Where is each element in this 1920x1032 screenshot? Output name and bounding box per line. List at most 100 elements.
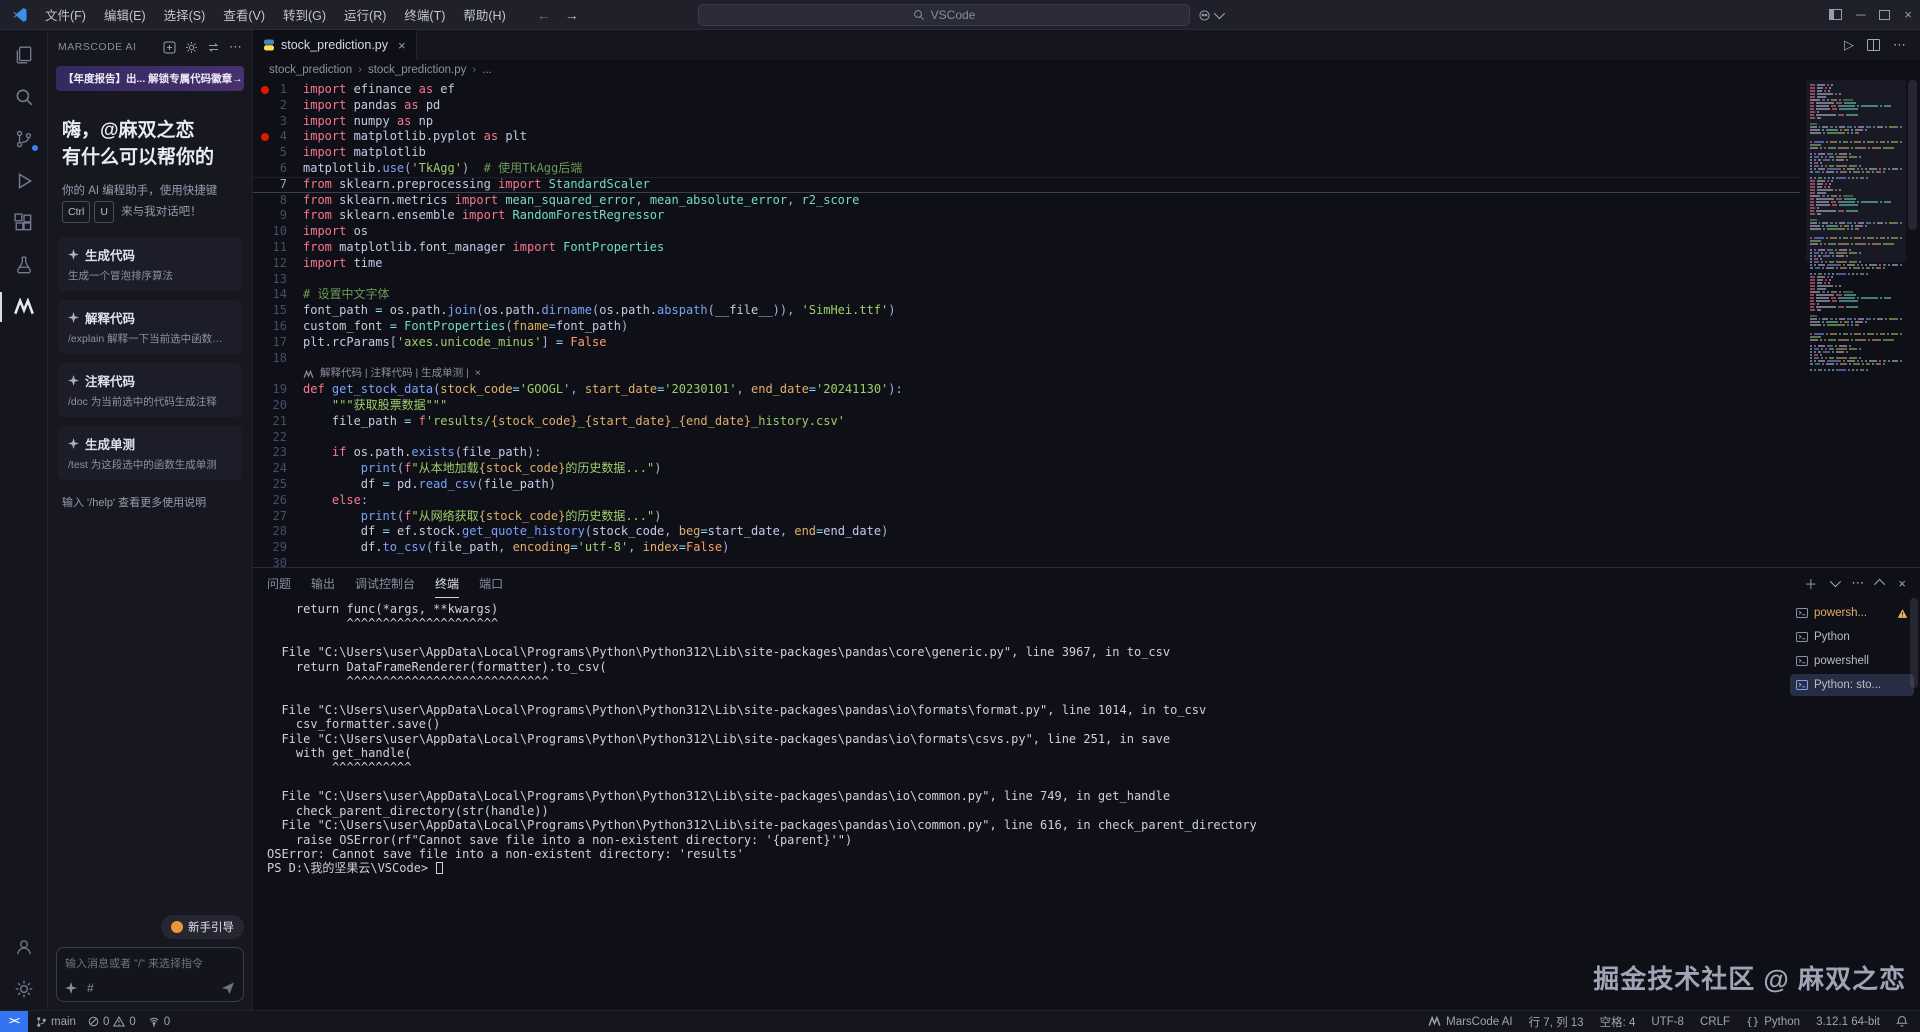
line-number-gutter[interactable]: 14 [253, 287, 303, 303]
panel-tab-4[interactable]: 端口 [479, 568, 503, 598]
code-line[interactable]: 26 else: [253, 493, 1800, 509]
codelens-close-icon[interactable]: × [475, 366, 481, 382]
code-line[interactable]: 20 """获取股票数据""" [253, 398, 1800, 414]
branch-indicator[interactable]: main [36, 1016, 76, 1028]
line-number-gutter[interactable]: 18 [253, 351, 303, 367]
code-line[interactable]: 2import pandas as pd [253, 98, 1800, 114]
quick-action-card[interactable]: 解释代码/explain 解释一下当前选中函数的功... [58, 300, 242, 354]
bell-icon[interactable] [1896, 1015, 1908, 1028]
gear-icon[interactable] [185, 41, 198, 54]
breakpoint-icon[interactable] [261, 86, 269, 94]
remote-indicator[interactable]: >< [0, 1011, 28, 1032]
status-item[interactable]: 3.12.1 64-bit [1816, 1016, 1880, 1028]
chat-input-box[interactable]: 输入消息或者 "/" 来选择指令 # [56, 947, 244, 1002]
ai-codelens[interactable]: 解释代码 | 注释代码 | 生成单测 | × [253, 366, 1800, 382]
activity-accounts[interactable] [0, 926, 48, 968]
code-line[interactable]: 23 if os.path.exists(file_path): [253, 445, 1800, 461]
quick-action-card[interactable]: 注释代码/doc 为当前选中的代码生成注释 [58, 363, 242, 417]
menu-item[interactable]: 查看(V) [214, 2, 274, 27]
status-item[interactable]: 空格: 4 [1600, 1014, 1636, 1030]
annual-report-banner[interactable]: 【年度报告】出... 解锁专属代码徽章→ [56, 66, 244, 91]
code-line[interactable]: 29 df.to_csv(file_path, encoding='utf-8'… [253, 540, 1800, 556]
codelens-actions[interactable]: 解释代码 | 注释代码 | 生成单测 | [320, 366, 469, 382]
editor-scrollbar[interactable] [1908, 80, 1917, 230]
code-line[interactable]: 15font_path = os.path.join(os.path.dirna… [253, 303, 1800, 319]
code-line[interactable]: 3import numpy as np [253, 114, 1800, 130]
line-number-gutter[interactable]: 27 [253, 509, 303, 525]
status-item[interactable]: {}Python [1746, 1015, 1800, 1028]
more-icon[interactable]: ⋯ [229, 39, 242, 55]
line-number-gutter[interactable]: 20 [253, 398, 303, 414]
line-number-gutter[interactable]: 28 [253, 524, 303, 540]
panel-tab-0[interactable]: 问题 [267, 568, 291, 598]
code-line[interactable]: 12import time [253, 256, 1800, 272]
terminal-list-item[interactable]: Python [1790, 626, 1914, 648]
code-line[interactable]: 13 [253, 272, 1800, 288]
code-line[interactable]: 25 df = pd.read_csv(file_path) [253, 477, 1800, 493]
menu-item[interactable]: 选择(S) [155, 2, 215, 27]
line-number-gutter[interactable]: 30 [253, 556, 303, 567]
line-number-gutter[interactable]: 12 [253, 256, 303, 272]
nav-back-icon[interactable]: ← [537, 7, 551, 23]
line-number-gutter[interactable]: 23 [253, 445, 303, 461]
notifications-bell[interactable] [1896, 1015, 1908, 1028]
line-number-gutter[interactable]: 24 [253, 461, 303, 477]
line-number-gutter[interactable]: 16 [253, 319, 303, 335]
menu-item[interactable]: 转到(G) [274, 2, 335, 27]
activity-run-debug[interactable] [0, 160, 48, 202]
panel-close-icon[interactable]: × [1898, 576, 1906, 591]
terminal-list-item[interactable]: powersh... [1790, 602, 1914, 624]
line-number-gutter[interactable]: 7 [253, 177, 303, 193]
window-close-icon[interactable]: × [1904, 7, 1912, 22]
code-line[interactable]: 8from sklearn.metrics import mean_square… [253, 193, 1800, 209]
panel-tab-2[interactable]: 调试控制台 [355, 568, 415, 598]
panel-more-icon[interactable]: ⋯ [1851, 575, 1864, 591]
activity-marscode[interactable] [0, 286, 48, 328]
code-line[interactable]: 14# 设置中文字体 [253, 287, 1800, 303]
terminal-dropdown-icon[interactable] [1830, 576, 1841, 587]
code-line[interactable]: 21 file_path = f'results/{stock_code}_{s… [253, 414, 1800, 430]
sparkle-icon[interactable] [65, 982, 77, 994]
status-item[interactable]: UTF-8 [1651, 1016, 1684, 1028]
tab-stock-prediction[interactable]: stock_prediction.py × [253, 30, 417, 60]
code-line[interactable]: 18 [253, 351, 1800, 367]
command-search-input[interactable]: VSCode [698, 4, 1190, 26]
nav-forward-icon[interactable]: → [565, 7, 579, 23]
code-line[interactable]: 16custom_font = FontProperties(fname=fon… [253, 319, 1800, 335]
editor-more-icon[interactable]: ⋯ [1893, 37, 1906, 53]
toggle-sidebar-icon[interactable] [1829, 9, 1842, 20]
breadcrumb-item[interactable]: stock_prediction [269, 64, 352, 76]
activity-explorer[interactable] [0, 34, 48, 76]
breadcrumb-item[interactable]: ... [482, 64, 492, 76]
terminal-list-item[interactable]: Python: sto... [1790, 674, 1914, 696]
line-number-gutter[interactable]: 17 [253, 335, 303, 351]
code-line[interactable]: 5import matplotlib [253, 145, 1800, 161]
onboarding-button[interactable]: 新手引导 [161, 915, 244, 939]
code-line[interactable]: 27 print(f"从网络获取{stock_code}的历史数据...") [253, 509, 1800, 525]
line-number-gutter[interactable]: 13 [253, 272, 303, 288]
line-number-gutter[interactable]: 26 [253, 493, 303, 509]
code-line[interactable]: 17plt.rcParams['axes.unicode_minus'] = F… [253, 335, 1800, 351]
terminal-prompt[interactable]: PS D:\我的坚果云\VSCode> [267, 861, 1788, 875]
breadcrumb-item[interactable]: stock_prediction.py [368, 64, 466, 76]
line-number-gutter[interactable]: 29 [253, 540, 303, 556]
menu-item[interactable]: 帮助(H) [454, 2, 514, 27]
code-line[interactable]: 9from sklearn.ensemble import RandomFore… [253, 208, 1800, 224]
line-number-gutter[interactable]: 2 [253, 98, 303, 114]
run-file-icon[interactable]: ▷ [1844, 37, 1854, 53]
code-line[interactable]: 4import matplotlib.pyplot as plt [253, 129, 1800, 145]
line-number-gutter[interactable]: 4 [253, 129, 303, 145]
line-number-gutter[interactable]: 15 [253, 303, 303, 319]
activity-source-control[interactable] [0, 118, 48, 160]
quick-action-card[interactable]: 生成代码生成一个冒泡排序算法 [58, 237, 242, 291]
new-terminal-icon[interactable]: ＋ [1804, 574, 1817, 593]
history-icon[interactable] [207, 41, 220, 54]
code-line[interactable]: 22 [253, 430, 1800, 446]
status-item[interactable]: 行 7, 列 13 [1529, 1014, 1584, 1030]
code-line[interactable]: 19def get_stock_data(stock_code='GOOGL',… [253, 382, 1800, 398]
code-line[interactable]: 10import os [253, 224, 1800, 240]
maximize-icon[interactable] [1879, 10, 1890, 20]
ports-indicator[interactable]: 0 [148, 1016, 170, 1028]
assistant-chip[interactable] [1198, 9, 1222, 22]
code-line[interactable]: 7from sklearn.preprocessing import Stand… [253, 177, 1800, 193]
